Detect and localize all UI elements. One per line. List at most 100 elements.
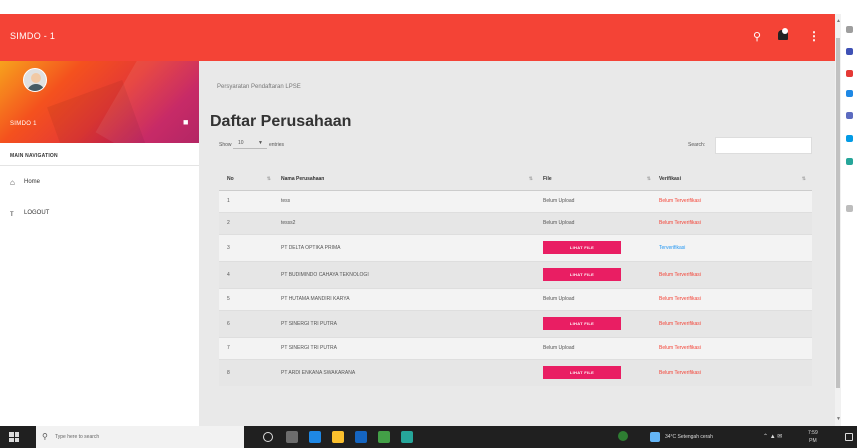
sidebar-item-label: Home [24, 179, 41, 185]
column-header-verifikasi[interactable]: Verifikasi ⇅ [657, 168, 812, 191]
bell-icon[interactable] [778, 28, 790, 42]
vscode-icon[interactable] [401, 431, 413, 443]
company-table: No ⇅ Nama Perusahaan ⇅ File ⇅ Verifikasi ⇅ 1… [219, 168, 812, 386]
clock-date: PM [809, 438, 817, 444]
page-title: Daftar Perusahaan [210, 113, 352, 130]
sidebar-item-logout[interactable]: ᴛ LOGOUT [10, 206, 49, 220]
table-body: 1 tess Belum Upload Belum Terverifikasi 2 tes… [219, 189, 812, 386]
cell-file: Belum Upload [539, 211, 657, 234]
view-file-button[interactable]: LIHAT FILE [543, 268, 621, 281]
view-file-button[interactable]: LIHAT FILE [543, 366, 621, 380]
table-row: 8 PT ARDI ENKANA SWAKARANA LIHAT FILE Belum… [219, 358, 812, 386]
app-tray-icon[interactable] [618, 431, 628, 441]
app-bar: SIMDO - 1 ⚲ ⋮ [0, 14, 835, 61]
entries-length-select[interactable]: 10 ▼ [233, 139, 267, 149]
windows-start-icon[interactable] [9, 432, 19, 442]
column-header-file[interactable]: File ⇅ [539, 168, 657, 191]
main-content: Persyaratan Pendaftaran LPSE Daftar Peru… [199, 61, 835, 426]
chevron-down-icon: ▼ [258, 140, 263, 146]
file-explorer-icon[interactable] [332, 431, 344, 443]
search-label: Search: [688, 142, 706, 148]
entries-length-value: 10 [238, 140, 244, 146]
verification-status: Belum Terverifikasi [659, 198, 701, 204]
cortana-icon[interactable] [263, 432, 273, 442]
cell-company-name: PT SINERGI TRI PUTRA [277, 336, 539, 359]
extension-icon[interactable] [846, 158, 853, 165]
cell-file: Belum Upload [539, 336, 657, 359]
cell-company-name: PT SINERGI TRI PUTRA [277, 309, 539, 337]
search-icon[interactable]: ⚲ [753, 30, 761, 43]
column-header-name[interactable]: Nama Perusahaan ⇅ [277, 168, 539, 191]
user-menu-caret-icon[interactable]: ■ [183, 117, 188, 127]
view-file-button[interactable]: LIHAT FILE [543, 241, 621, 254]
app-title[interactable]: SIMDO - 1 [10, 31, 55, 41]
cell-no: 1 [219, 189, 277, 212]
add-icon[interactable] [846, 205, 853, 212]
sort-icon: ⇅ [266, 176, 271, 182]
notification-center-icon[interactable] [845, 433, 853, 441]
cell-file: Belum Upload [539, 189, 657, 212]
cell-verification: Belum Terverifikasi [657, 211, 812, 234]
file-status-text: Belum Upload [543, 198, 575, 204]
cell-company-name: tesss2 [277, 211, 539, 234]
cell-no: 2 [219, 211, 277, 234]
browser-side-panel [841, 0, 857, 426]
scrollbar-thumb[interactable] [836, 38, 840, 388]
table-row: 5 PT HUTAMA MANDIRI KARYA Belum Upload Belu… [219, 287, 812, 310]
browser-top-strip [0, 0, 835, 14]
verification-status: Belum Terverifikasi [659, 296, 701, 302]
file-status-text: Belum Upload [543, 345, 575, 351]
nav-divider [0, 165, 199, 166]
edge-icon[interactable] [309, 431, 321, 443]
view-file-button[interactable]: LIHAT FILE [543, 317, 621, 330]
clock-time: 7:59 [808, 430, 818, 436]
verification-status: Belum Terverifikasi [659, 271, 701, 278]
breadcrumb: Persyaratan Pendaftaran LPSE [217, 84, 301, 90]
extension-icon[interactable] [846, 70, 853, 77]
length-label: Show [219, 142, 232, 148]
cell-verification: Belum Terverifikasi [657, 336, 812, 359]
weather-text[interactable]: 34°C Setengah cerah [665, 434, 713, 440]
taskbar-search[interactable]: ⚲ Type here to search [36, 426, 244, 448]
cell-company-name: tess [277, 189, 539, 212]
cell-company-name: PT BUDIMINDO CAHAYA TEKNOLOGI [277, 260, 539, 288]
table-header-row: No ⇅ Nama Perusahaan ⇅ File ⇅ Verifikasi ⇅ [219, 168, 812, 191]
extension-icon[interactable] [846, 26, 853, 33]
sidebar-item-home[interactable]: ⌂ Home [10, 175, 40, 189]
more-vert-icon[interactable]: ⋮ [808, 29, 820, 43]
cell-company-name: PT DELTA OPTIKA PRIMA [277, 233, 539, 261]
extension-icon[interactable] [846, 90, 853, 97]
extension-icon[interactable] [846, 135, 853, 142]
cell-no: 5 [219, 287, 277, 310]
extension-icon[interactable] [846, 48, 853, 55]
file-status-text: Belum Upload [543, 220, 575, 226]
user-name: SIMDO 1 [10, 121, 37, 127]
store-icon[interactable] [355, 431, 367, 443]
sidebar-item-label: LOGOUT [24, 210, 50, 216]
cell-no: 8 [219, 358, 277, 386]
table-row: 6 PT SINERGI TRI PUTRA LIHAT FILE Belum Ter… [219, 309, 812, 337]
task-view-icon[interactable] [286, 431, 298, 443]
column-header-no[interactable]: No ⇅ [219, 168, 277, 191]
cell-verification: Belum Terverifikasi [657, 358, 812, 386]
cell-no: 7 [219, 336, 277, 359]
taskbar: ⚲ Type here to search 34°C Setengah cera… [0, 426, 857, 448]
clock[interactable]: 7:59 PM [808, 429, 818, 445]
table-row: 1 tess Belum Upload Belum Terverifikasi [219, 189, 812, 212]
system-tray-icons[interactable]: ⌃ ▲ ✉ [763, 433, 782, 440]
chrome-icon[interactable] [378, 431, 390, 443]
cell-verification: Belum Terverifikasi [657, 260, 812, 288]
table-row: 4 PT BUDIMINDO CAHAYA TEKNOLOGI LIHAT FILE… [219, 260, 812, 288]
taskbar-search-placeholder: Type here to search [55, 434, 100, 440]
verification-status: Terverifikasi [659, 244, 686, 251]
verification-status: Belum Terverifikasi [659, 369, 701, 376]
cell-company-name: PT ARDI ENKANA SWAKARANA [277, 358, 539, 386]
cell-file: Belum Upload [539, 287, 657, 310]
logout-icon: ᴛ [10, 208, 14, 218]
verification-status: Belum Terverifikasi [659, 345, 701, 351]
cell-file: LIHAT FILE [539, 233, 657, 261]
length-after-label: entries [269, 142, 285, 148]
search-input[interactable] [715, 137, 812, 154]
weather-icon[interactable] [650, 432, 660, 442]
extension-icon[interactable] [846, 112, 853, 119]
